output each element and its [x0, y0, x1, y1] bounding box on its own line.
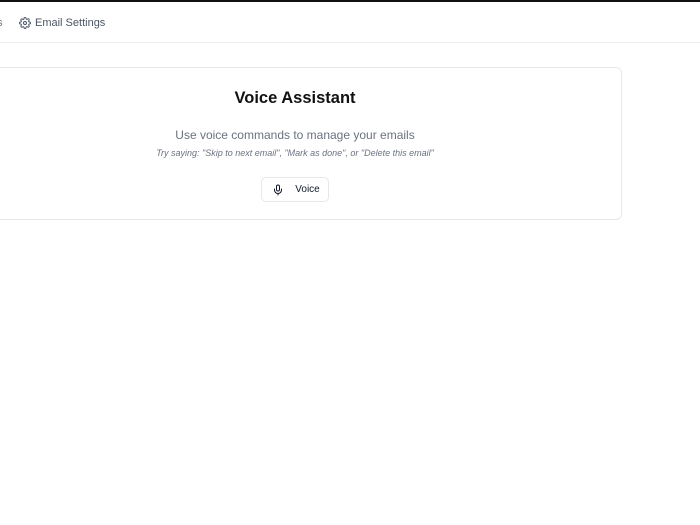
voice-assistant-card: Voice Assistant Use voice commands to ma… [0, 67, 622, 220]
page: s Email Settings Voice Assistant Use voi… [0, 0, 700, 525]
voice-command-hint: Try saying: "Skip to next email", "Mark … [156, 148, 434, 158]
email-settings-link[interactable]: Email Settings [19, 15, 105, 31]
voice-assistant-title: Voice Assistant [234, 89, 356, 107]
clipped-nav-tab[interactable]: s [0, 18, 3, 29]
gear-icon [19, 17, 31, 29]
voice-button-label: Voice [295, 183, 320, 195]
microphone-icon [272, 184, 284, 196]
email-settings-label: Email Settings [35, 17, 106, 29]
voice-button[interactable]: Voice [261, 177, 329, 202]
voice-assistant-subtitle: Use voice commands to manage your emails [175, 128, 415, 142]
top-navigation-bar: s Email Settings [0, 2, 700, 43]
